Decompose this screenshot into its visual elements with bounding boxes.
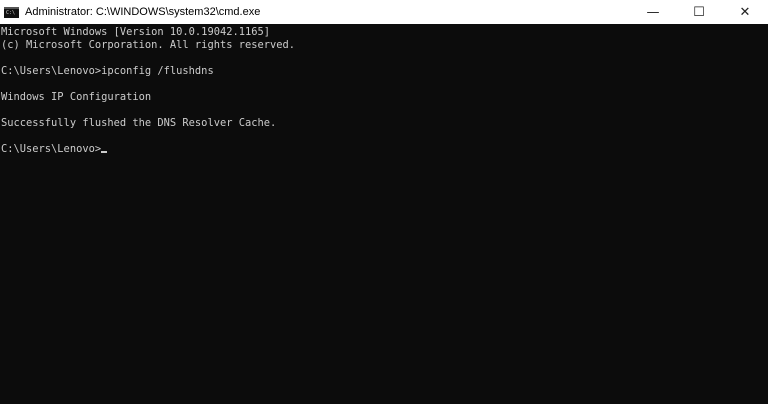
prompt-text: C:\Users\Lenovo> xyxy=(1,143,102,155)
minimize-icon: — xyxy=(646,4,660,20)
window-title: Administrator: C:\WINDOWS\system32\cmd.e… xyxy=(25,6,261,18)
title-bar[interactable]: C:\ Administrator: C:\WINDOWS\system32\c… xyxy=(0,0,768,24)
cmd-window: C:\ Administrator: C:\WINDOWS\system32\c… xyxy=(0,0,768,404)
console-line-version: Microsoft Windows [Version 10.0.19042.11… xyxy=(1,26,270,38)
icon-glyph: C:\ xyxy=(6,9,16,16)
minimize-button[interactable]: — xyxy=(630,0,676,24)
close-button[interactable]: ✕ xyxy=(722,0,768,24)
console-line-ip-config: Windows IP Configuration xyxy=(1,91,152,103)
text-cursor xyxy=(101,151,108,153)
console-prompt-line[interactable]: C:\Users\Lenovo> xyxy=(1,143,768,156)
console-output[interactable]: Microsoft Windows [Version 10.0.19042.11… xyxy=(0,24,768,404)
window-controls: — ☐ ✕ xyxy=(630,0,768,24)
close-icon: ✕ xyxy=(739,4,751,20)
console-line-copyright: (c) Microsoft Corporation. All rights re… xyxy=(1,39,296,51)
console-line-result: Successfully flushed the DNS Resolver Ca… xyxy=(1,117,277,129)
console-line-command: C:\Users\Lenovo>ipconfig /flushdns xyxy=(1,65,214,77)
maximize-icon: ☐ xyxy=(693,4,705,20)
maximize-button[interactable]: ☐ xyxy=(676,0,722,24)
command-prompt-icon[interactable]: C:\ xyxy=(4,6,19,18)
